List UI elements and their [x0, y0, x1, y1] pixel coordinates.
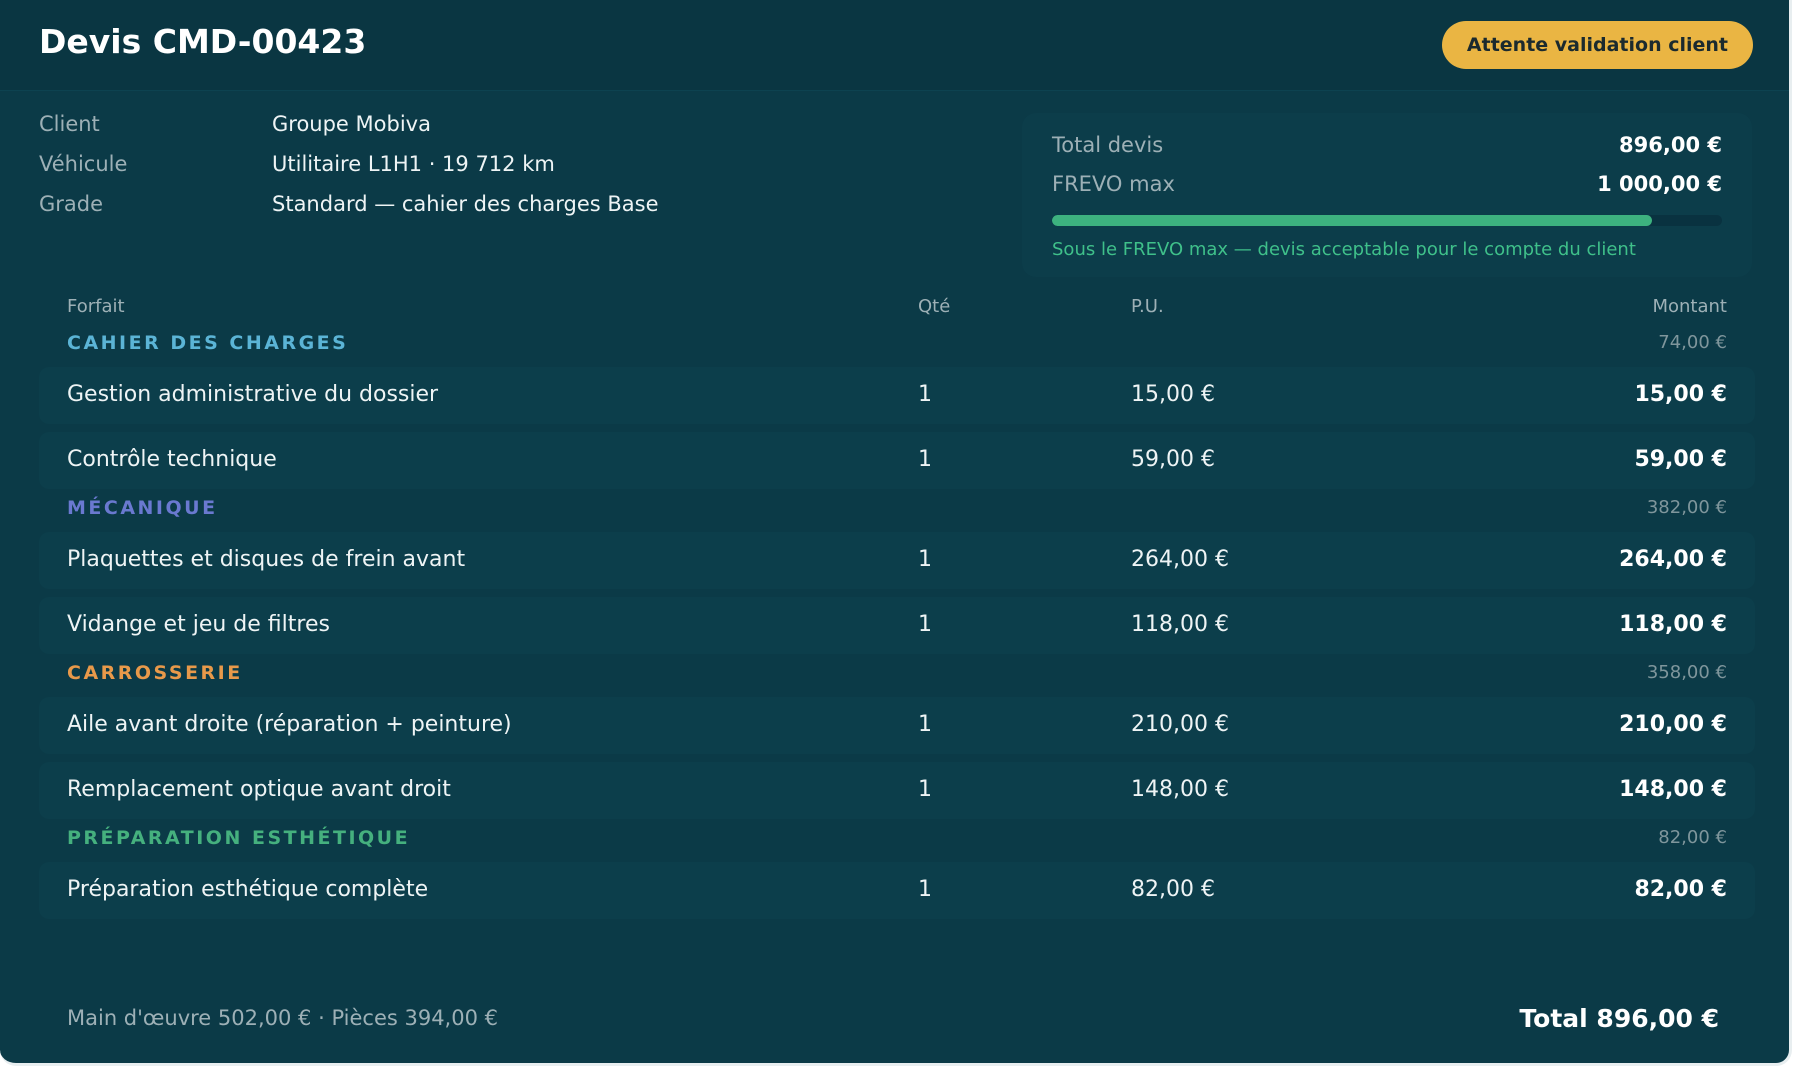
line-amount: 15,00 € [1634, 382, 1727, 407]
line-qty: 1 [918, 877, 932, 902]
line-unit-price: 210,00 € [1131, 712, 1229, 737]
group-title: MÉCANIQUE [67, 497, 218, 519]
col-header-amount: Montant [1652, 296, 1727, 317]
meta-value-vehicle: Utilitaire L1H1 · 19 712 km [272, 152, 555, 176]
line-amount: 210,00 € [1619, 712, 1727, 737]
group-header: CAHIER DES CHARGES 74,00 € [39, 332, 1755, 367]
status-badge[interactable]: Attente validation client [1441, 21, 1753, 69]
meta-value-client: Groupe Mobiva [272, 112, 431, 136]
col-header-name: Forfait [67, 296, 125, 317]
meta-value-grade: Standard — cahier des charges Base [272, 192, 659, 216]
quote-header: Devis CMD-00423 Attente validation clien… [0, 0, 1789, 91]
line-qty: 1 [918, 777, 932, 802]
line-qty: 1 [918, 447, 932, 472]
summary-card: Total devis 896,00 € FREVO max 1 000,00 … [1022, 113, 1752, 277]
line-name: Plaquettes et disques de frein avant [67, 547, 466, 572]
line-qty: 1 [918, 382, 932, 407]
line-amount: 148,00 € [1619, 777, 1727, 802]
frevo-progress-fill [1052, 215, 1653, 226]
line-amount: 118,00 € [1619, 612, 1727, 637]
table-row[interactable]: Contrôle technique 1 59,00 € 59,00 € [39, 432, 1755, 489]
group-total: 382,00 € [1646, 497, 1727, 518]
table-row[interactable]: Remplacement optique avant droit 1 148,00 … [39, 762, 1755, 819]
group-total: 82,00 € [1658, 827, 1727, 848]
summary-total-value: 896,00 € [1619, 133, 1722, 157]
meta-label: Client [39, 112, 100, 136]
group-total: 74,00 € [1658, 332, 1727, 353]
line-amount: 82,00 € [1634, 877, 1727, 902]
line-unit-price: 264,00 € [1131, 547, 1229, 572]
line-qty: 1 [918, 547, 932, 572]
line-name: Vidange et jeu de filtres [67, 612, 330, 637]
line-name: Aile avant droite (réparation + peinture… [67, 712, 512, 737]
quote-lines-table: Forfait Qté P.U. Montant CAHIER DES CHAR… [39, 296, 1755, 927]
group-header: PRÉPARATION ESTHÉTIQUE 82,00 € [39, 827, 1755, 862]
line-amount: 59,00 € [1634, 447, 1727, 472]
table-row[interactable]: Plaquettes et disques de frein avant 1 264… [39, 532, 1755, 589]
line-unit-price: 15,00 € [1131, 382, 1215, 407]
summary-note: Sous le FREVO max — devis acceptable pou… [1052, 239, 1636, 260]
grand-total: Total 896,00 € [1519, 1004, 1719, 1033]
summary-total-label: Total devis [1052, 133, 1164, 157]
line-amount: 264,00 € [1619, 547, 1727, 572]
col-header-pu: P.U. [1131, 296, 1164, 317]
group-header: MÉCANIQUE 382,00 € [39, 497, 1755, 532]
line-name: Remplacement optique avant droit [67, 777, 451, 802]
group-title: CARROSSERIE [67, 662, 243, 684]
line-qty: 1 [918, 612, 932, 637]
line-unit-price: 118,00 € [1131, 612, 1229, 637]
meta-label: Grade [39, 192, 104, 216]
summary-frevo-label: FREVO max [1052, 172, 1175, 196]
summary-frevo-value: 1 000,00 € [1597, 172, 1722, 196]
line-name: Préparation esthétique complète [67, 877, 429, 902]
table-row[interactable]: Vidange et jeu de filtres 1 118,00 € 118,00… [39, 597, 1755, 654]
table-row[interactable]: Préparation esthétique complète 1 82,00 € 8… [39, 862, 1755, 919]
line-unit-price: 82,00 € [1131, 877, 1215, 902]
table-row[interactable]: Gestion administrative du dossier 1 15,00 … [39, 367, 1755, 424]
summary-frevo-row: FREVO max 1 000,00 € [1052, 172, 1722, 211]
col-header-qty: Qté [918, 296, 951, 317]
line-unit-price: 148,00 € [1131, 777, 1229, 802]
page-title: Devis CMD-00423 [39, 22, 367, 61]
table-row[interactable]: Aile avant droite (réparation + peinture… [39, 697, 1755, 754]
group-total: 358,00 € [1646, 662, 1727, 683]
cost-split: Main d'œuvre 502,00 € · Pièces 394,00 € [67, 1006, 498, 1030]
summary-total-row: Total devis 896,00 € [1052, 133, 1722, 172]
frevo-progress-bar [1052, 215, 1722, 226]
table-header: Forfait Qté P.U. Montant [39, 296, 1755, 332]
group-title: PRÉPARATION ESTHÉTIQUE [67, 827, 411, 849]
meta-label: Véhicule [39, 152, 128, 176]
line-name: Gestion administrative du dossier [67, 382, 439, 407]
group-title: CAHIER DES CHARGES [67, 332, 349, 354]
line-unit-price: 59,00 € [1131, 447, 1215, 472]
group-header: CARROSSERIE 358,00 € [39, 662, 1755, 697]
line-name: Contrôle technique [67, 447, 277, 472]
quote-panel: Devis CMD-00423 Attente validation clien… [0, 0, 1792, 1066]
line-qty: 1 [918, 712, 932, 737]
